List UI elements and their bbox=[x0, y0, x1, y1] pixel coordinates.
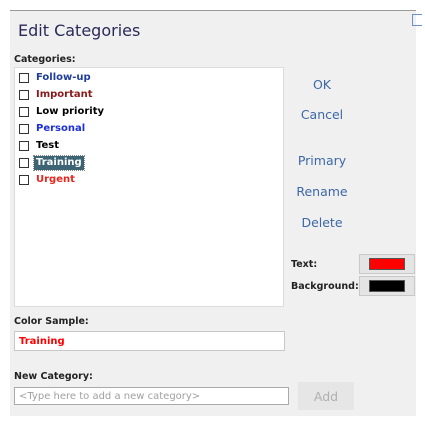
category-item[interactable]: Low priority bbox=[19, 104, 106, 119]
category-label[interactable]: Personal bbox=[34, 122, 87, 136]
category-label[interactable]: Low priority bbox=[34, 105, 106, 119]
category-label[interactable]: Test bbox=[34, 139, 61, 153]
dialog-titlebar: Edit Categories bbox=[10, 11, 416, 47]
cancel-button[interactable]: Cancel bbox=[291, 102, 353, 126]
category-label[interactable]: Important bbox=[34, 88, 95, 102]
category-item[interactable]: Urgent bbox=[19, 172, 77, 187]
background-color-picker[interactable] bbox=[359, 276, 415, 296]
category-item[interactable]: Training bbox=[19, 154, 85, 171]
category-checkbox[interactable] bbox=[19, 174, 29, 185]
background-color-label: Background: bbox=[291, 281, 359, 292]
background-color-swatch bbox=[369, 280, 405, 292]
category-checkbox[interactable] bbox=[19, 89, 29, 100]
new-category-input[interactable] bbox=[14, 387, 289, 405]
category-item[interactable]: Test bbox=[19, 138, 61, 153]
category-label[interactable]: Training bbox=[33, 154, 85, 171]
text-color-label: Text: bbox=[291, 259, 318, 270]
category-item[interactable]: Important bbox=[19, 87, 95, 102]
dialog-title: Edit Categories bbox=[18, 21, 141, 40]
text-color-picker[interactable] bbox=[359, 254, 415, 274]
category-checkbox[interactable] bbox=[19, 106, 29, 117]
new-category-label: New Category: bbox=[14, 371, 93, 382]
primary-button[interactable]: Primary bbox=[291, 148, 353, 172]
text-color-swatch bbox=[369, 258, 405, 270]
category-checkbox[interactable] bbox=[19, 157, 29, 168]
category-checkbox[interactable] bbox=[19, 72, 29, 83]
add-button[interactable]: Add bbox=[298, 382, 354, 410]
category-checkbox[interactable] bbox=[19, 140, 29, 151]
window-corner-icon bbox=[412, 14, 422, 26]
color-sample-label: Color Sample: bbox=[14, 316, 89, 327]
category-checkbox[interactable] bbox=[19, 123, 29, 134]
color-sample-text: Training bbox=[19, 336, 65, 347]
category-item[interactable]: Personal bbox=[19, 121, 87, 136]
category-item[interactable]: Follow-up bbox=[19, 70, 93, 85]
rename-button[interactable]: Rename bbox=[291, 179, 353, 203]
edit-categories-dialog: Edit Categories Categories: Follow-up Im… bbox=[10, 10, 416, 416]
categories-label: Categories: bbox=[14, 54, 76, 65]
color-sample-box: Training bbox=[14, 331, 285, 351]
category-label[interactable]: Urgent bbox=[34, 173, 77, 187]
categories-list[interactable]: Follow-up Important Low priority Persona… bbox=[14, 67, 284, 307]
category-label[interactable]: Follow-up bbox=[34, 71, 93, 85]
ok-button[interactable]: OK bbox=[291, 72, 353, 96]
delete-button[interactable]: Delete bbox=[291, 210, 353, 234]
